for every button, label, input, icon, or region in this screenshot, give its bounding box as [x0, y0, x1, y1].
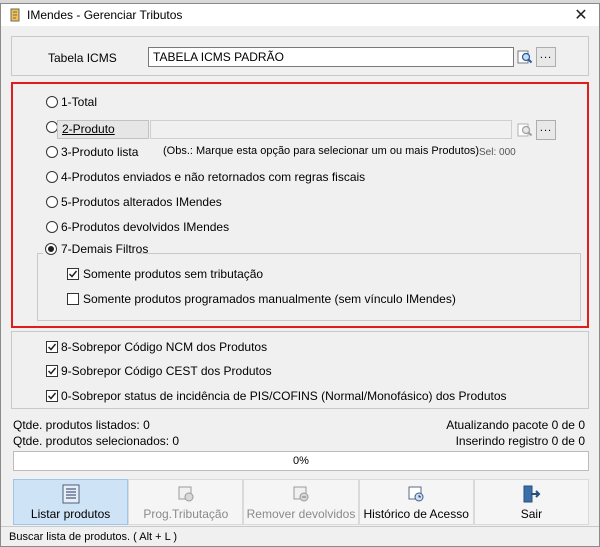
progress-text: 0% — [293, 455, 309, 467]
historico-acesso-label: Histórico de Acesso — [363, 507, 469, 521]
produto-button[interactable]: 2-Produto — [57, 120, 149, 139]
gerenciar-tributos-window: IMendes - Gerenciar Tributos ✕ Tabela IC… — [0, 3, 600, 547]
listar-produtos-label: Listar produtos — [30, 507, 111, 521]
radio-total[interactable] — [46, 96, 58, 108]
history-icon — [408, 486, 424, 502]
prog-tributacao-button[interactable]: Prog.Tributação — [128, 479, 244, 525]
sair-label: Sair — [520, 507, 543, 521]
status-bar: Buscar lista de produtos. ( Alt + L ) — [1, 526, 599, 546]
icms-panel: Tabela ICMS TABELA ICMS PADRÃO ... — [11, 36, 589, 76]
radio-produto-lista[interactable] — [46, 146, 58, 158]
radio-total-label[interactable]: 1-Total — [61, 95, 97, 109]
window-title: IMendes - Gerenciar Tributos — [27, 8, 183, 22]
check-sem-tributacao[interactable] — [67, 268, 79, 280]
checkmark-icon — [68, 270, 78, 278]
app-icon — [10, 8, 20, 22]
check-sobrepor-cest-label[interactable]: 9-Sobrepor Código CEST dos Produtos — [61, 364, 272, 378]
produto-button-label: 2-Produto — [62, 122, 115, 136]
inserindo-registro-status: Inserindo registro 0 de 0 — [455, 434, 585, 448]
action-toolbar: Listar produtos Prog.Tributação Remover … — [13, 479, 590, 525]
produtos-listados-count: Qtde. produtos listados: 0 — [13, 418, 150, 432]
produtos-selecionados-count: Qtde. produtos selecionados: 0 — [13, 434, 180, 448]
close-icon: ✕ — [574, 7, 588, 24]
exit-door-icon — [523, 485, 541, 503]
demais-filtros-legend: 7-Demais Filtros — [43, 240, 148, 258]
produto-search-button[interactable] — [515, 120, 535, 140]
historico-acesso-button[interactable]: Histórico de Acesso — [358, 479, 474, 525]
radio-produto-lista-label[interactable]: 3-Produto lista — [61, 145, 138, 159]
check-sobrepor-cest[interactable] — [46, 365, 58, 377]
magnifier-icon — [517, 50, 533, 64]
close-button[interactable]: ✕ — [563, 4, 599, 26]
remover-devolvidos-label: Remover devolvidos — [246, 507, 356, 521]
radio-alterados[interactable] — [46, 196, 58, 208]
radio-devolvidos-label[interactable]: 6-Produtos devolvidos IMendes — [61, 220, 229, 234]
title-bar: IMendes - Gerenciar Tributos ✕ — [1, 4, 599, 26]
calendar-gear-icon — [178, 486, 194, 502]
check-programados[interactable] — [67, 293, 79, 305]
radio-devolvidos[interactable] — [46, 221, 58, 233]
icms-label: Tabela ICMS — [48, 51, 117, 65]
demais-filtros-group — [37, 253, 581, 321]
produto-field[interactable] — [150, 120, 512, 139]
radio-enviados[interactable] — [46, 171, 58, 183]
radio-enviados-label[interactable]: 4-Produtos enviados e não retornados com… — [61, 170, 365, 184]
icms-more-button[interactable]: ... — [536, 47, 556, 67]
icms-table-field[interactable]: TABELA ICMS PADRÃO — [148, 47, 514, 67]
icms-search-button[interactable] — [515, 47, 535, 67]
check-sem-tributacao-label[interactable]: Somente produtos sem tributação — [83, 267, 263, 281]
status-text: Buscar lista de produtos. ( Alt + L ) — [9, 531, 178, 543]
check-programados-label[interactable]: Somente produtos programados manualmente… — [83, 292, 456, 306]
prog-tributacao-label: Prog.Tributação — [143, 507, 229, 521]
produto-more-button[interactable]: ... — [536, 120, 556, 140]
checkmark-icon — [47, 343, 57, 351]
check-sobrepor-ncm[interactable] — [46, 341, 58, 353]
radio-demais-filtros[interactable] — [45, 243, 57, 255]
sair-button[interactable]: Sair — [473, 479, 590, 525]
radio-demais-filtros-label[interactable]: 7-Demais Filtros — [61, 242, 150, 256]
check-sobrepor-pis[interactable] — [46, 390, 58, 402]
list-icon — [62, 484, 80, 504]
remover-devolvidos-button[interactable]: Remover devolvidos — [243, 479, 359, 525]
atualizando-pacote-status: Atualizando pacote 0 de 0 — [446, 418, 585, 432]
radio-alterados-label[interactable]: 5-Produtos alterados IMendes — [61, 195, 222, 209]
check-sobrepor-pis-label[interactable]: 0-Sobrepor status de incidência de PIS/C… — [61, 389, 507, 403]
produto-lista-note: (Obs.: Marque esta opção para selecionar… — [163, 145, 480, 157]
calendar-remove-icon — [293, 486, 309, 502]
progress-bar: 0% — [13, 451, 589, 471]
selection-count: Sel: 000 — [479, 147, 516, 158]
listar-produtos-button[interactable]: Listar produtos — [13, 479, 129, 525]
checkmark-icon — [47, 392, 57, 400]
check-sobrepor-ncm-label[interactable]: 8-Sobrepor Código NCM dos Produtos — [61, 340, 267, 354]
magnifier-icon — [517, 123, 533, 137]
checkmark-icon — [47, 367, 57, 375]
